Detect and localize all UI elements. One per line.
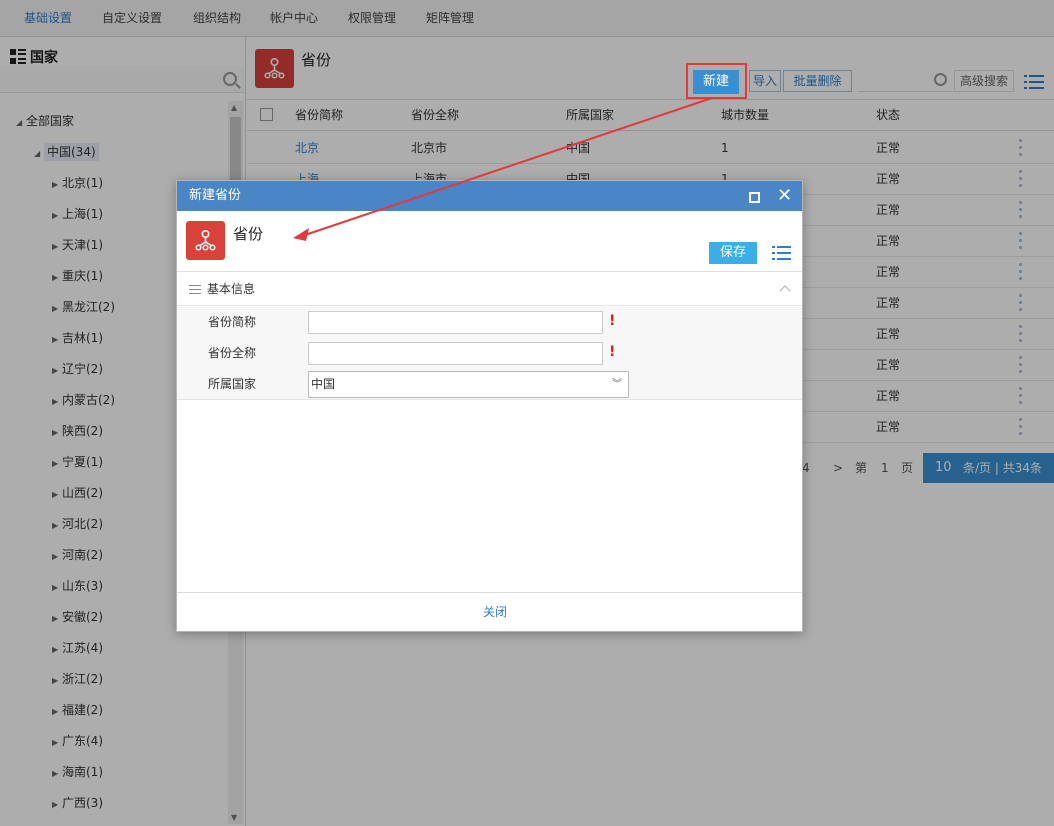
full-name-input[interactable] xyxy=(308,342,603,365)
form-row-short-name: 省份简称 ! xyxy=(177,307,802,338)
new-province-dialog: 新建省份 ✕ 省份 保存 基本信息 省份简称 ! 省份全称 ! 所属国家 中国 ︾… xyxy=(176,180,803,632)
form-row-country: 所属国家 中国 ︾ xyxy=(177,369,802,400)
form-title: 省份 xyxy=(233,225,264,243)
short-name-input[interactable] xyxy=(308,311,603,334)
menu-lines-icon xyxy=(189,285,201,294)
save-button[interactable]: 保存 xyxy=(709,242,757,264)
dialog-header: 新建省份 ✕ xyxy=(177,181,802,211)
section-label: 基本信息 xyxy=(207,282,256,296)
country-label: 所属国家 xyxy=(208,377,257,391)
required-mark: ! xyxy=(609,313,616,329)
new-button-highlighted[interactable]: 新建 xyxy=(693,70,739,94)
required-mark: ! xyxy=(609,344,616,360)
maximize-icon[interactable] xyxy=(749,192,760,203)
list-menu-icon[interactable] xyxy=(772,245,792,261)
dialog-title: 新建省份 xyxy=(189,188,242,203)
form-row-full-name: 省份全称 ! xyxy=(177,338,802,369)
province-module-icon xyxy=(186,221,225,260)
close-button[interactable]: 关闭 xyxy=(483,593,507,632)
dialog-footer: 关闭 xyxy=(177,592,802,631)
close-icon[interactable]: ✕ xyxy=(777,187,792,205)
dialog-toolbar: 省份 保存 xyxy=(177,211,802,272)
full-name-label: 省份全称 xyxy=(208,346,257,360)
section-basic-info[interactable]: 基本信息 xyxy=(177,273,802,306)
country-select[interactable]: 中国 ︾ xyxy=(308,371,629,398)
country-select-value: 中国 xyxy=(311,377,336,391)
collapse-chevron-icon[interactable] xyxy=(779,285,791,297)
short-name-label: 省份简称 xyxy=(208,315,257,329)
chevron-down-icon[interactable]: ︾ xyxy=(612,372,622,397)
